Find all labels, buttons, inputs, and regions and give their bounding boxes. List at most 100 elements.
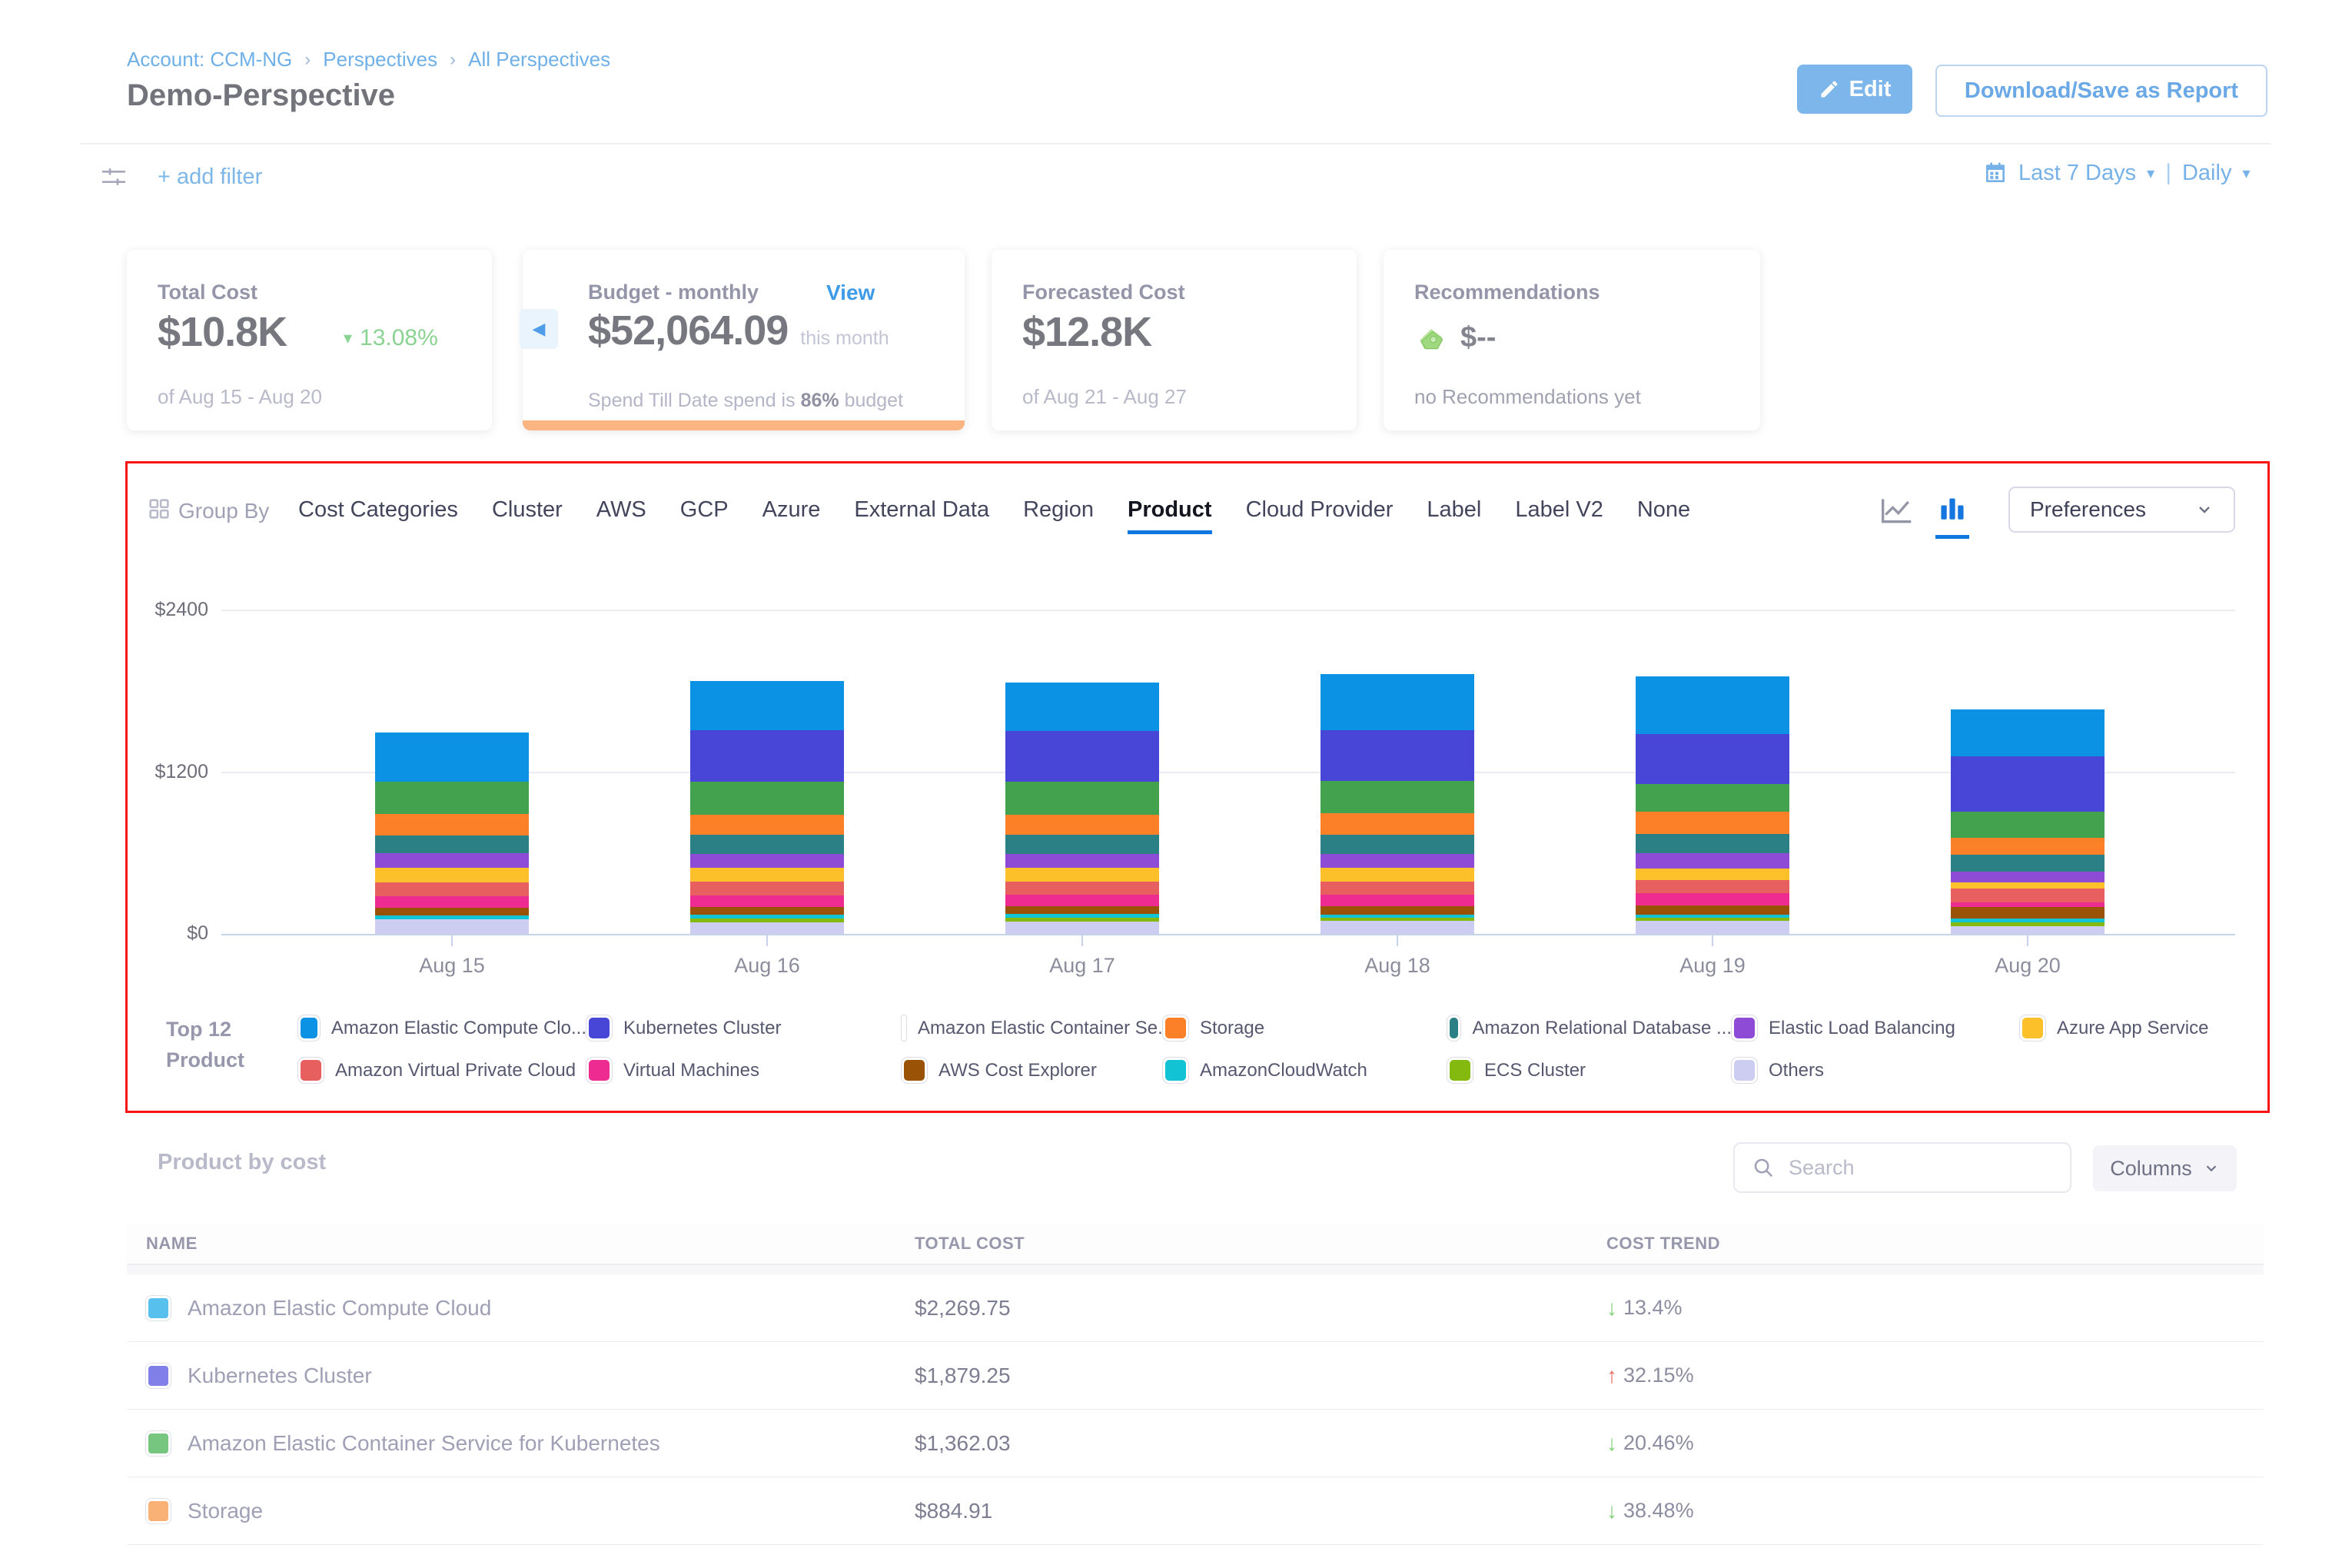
filter-settings-icon[interactable] [98,161,129,196]
bar-segment[interactable] [1636,921,1789,934]
bar-segment[interactable] [1005,782,1159,815]
budget-view-link[interactable]: View [826,281,875,305]
chevron-down-icon[interactable]: ▾ [2242,164,2250,183]
bar-segment[interactable] [1321,781,1474,813]
bar-segment[interactable] [1005,815,1159,835]
bar-segment[interactable] [1005,922,1159,934]
chevron-down-icon[interactable]: ▾ [2147,164,2154,183]
bar-segment[interactable] [1005,906,1159,914]
tab-aws[interactable]: AWS [596,497,646,530]
line-chart-toggle[interactable] [1880,496,1914,535]
stacked-bar-aug-17[interactable] [1005,683,1159,934]
bar-segment[interactable] [1321,813,1474,835]
tab-cost-categories[interactable]: Cost Categories [298,497,458,530]
legend-item[interactable]: Others [1732,1058,2020,1083]
bar-segment[interactable] [690,782,844,815]
bar-segment[interactable] [1636,905,1789,915]
bar-segment[interactable] [1005,868,1159,882]
stacked-bar-aug-20[interactable] [1951,709,2105,934]
tab-gcp[interactable]: GCP [680,497,729,530]
bar-segment[interactable] [1636,893,1789,905]
download-save-report-button[interactable]: Download/Save as Report [1935,65,2267,117]
bar-segment[interactable] [1636,734,1789,783]
table-row[interactable]: Storage$884.91↓38.48% [127,1477,2264,1545]
stacked-bar-aug-19[interactable] [1636,676,1789,934]
stacked-bar-aug-16[interactable] [690,681,844,934]
bar-segment[interactable] [375,868,529,882]
edit-button[interactable]: Edit [1797,65,1912,114]
bar-segment[interactable] [1321,906,1474,915]
table-row[interactable]: Kubernetes Cluster$1,879.25↑32.15% [127,1342,2264,1410]
legend-item[interactable]: Azure App Service [2020,1015,2274,1041]
tab-external-data[interactable]: External Data [854,497,989,530]
bar-segment[interactable] [375,919,529,934]
bar-segment[interactable] [1951,882,2105,889]
legend-item[interactable]: Amazon Elastic Compute Clo... [298,1015,586,1041]
bar-chart-toggle[interactable] [1935,494,1969,539]
budget-prev-arrow-button[interactable]: ◀ [520,309,558,349]
bar-segment[interactable] [690,907,844,915]
tab-none[interactable]: None [1637,497,1690,530]
bar-segment[interactable] [1005,882,1159,895]
bar-segment[interactable] [1321,868,1474,882]
tab-azure[interactable]: Azure [762,497,821,530]
legend-item[interactable]: Storage [1163,1015,1447,1041]
legend-item[interactable]: AWS Cost Explorer [902,1058,1163,1083]
bar-segment[interactable] [1951,838,2105,855]
bar-segment[interactable] [1951,812,2105,838]
table-row[interactable]: Amazon Elastic Compute Cloud$2,269.75↓13… [127,1274,2264,1342]
bar-segment[interactable] [1005,683,1159,731]
bar-segment[interactable] [375,782,529,814]
bar-segment[interactable] [1321,730,1474,780]
time-range-dropdown[interactable]: Last 7 Days [2018,161,2136,186]
bar-segment[interactable] [1321,854,1474,868]
bar-segment[interactable] [1636,880,1789,893]
bar-segment[interactable] [375,733,529,782]
bar-segment[interactable] [690,882,844,895]
tab-label-v2[interactable]: Label V2 [1515,497,1603,530]
legend-item[interactable]: Virtual Machines [586,1058,902,1083]
columns-button[interactable]: Columns [2093,1145,2237,1191]
bar-segment[interactable] [1636,853,1789,869]
tab-cloud-provider[interactable]: Cloud Provider [1246,497,1394,530]
bar-segment[interactable] [1321,835,1474,854]
bar-segment[interactable] [1951,907,2105,919]
bar-segment[interactable] [1636,676,1789,735]
bar-segment[interactable] [1636,812,1789,834]
bar-segment[interactable] [690,815,844,835]
bar-segment[interactable] [1951,926,2105,934]
bar-segment[interactable] [1951,855,2105,871]
granularity-dropdown[interactable]: Daily [2182,161,2231,186]
breadcrumb-perspectives[interactable]: Perspectives [323,48,437,71]
bar-segment[interactable] [690,730,844,781]
tab-cluster[interactable]: Cluster [492,497,563,530]
legend-item[interactable]: Kubernetes Cluster [586,1015,902,1041]
bar-segment[interactable] [1005,854,1159,868]
bar-segment[interactable] [1321,882,1474,894]
breadcrumb-all-perspectives[interactable]: All Perspectives [468,48,610,71]
legend-item[interactable]: Amazon Virtual Private Cloud [298,1058,586,1083]
bar-segment[interactable] [1951,889,2105,902]
bar-segment[interactable] [1636,784,1789,812]
bar-segment[interactable] [690,681,844,730]
bar-segment[interactable] [1321,674,1474,730]
breadcrumb-account[interactable]: Account: CCM-NG [127,48,292,71]
bar-segment[interactable] [1005,895,1159,906]
bar-segment[interactable] [690,868,844,882]
legend-item[interactable]: ECS Cluster [1447,1058,1732,1083]
bar-segment[interactable] [1636,834,1789,853]
bar-segment[interactable] [690,835,844,854]
bar-segment[interactable] [1951,709,2105,756]
bar-segment[interactable] [375,814,529,835]
table-row[interactable]: Amazon Elastic Container Service for Kub… [127,1410,2264,1477]
tab-product[interactable]: Product [1128,497,1212,534]
bar-segment[interactable] [375,882,529,895]
bar-segment[interactable] [1636,869,1789,880]
bar-segment[interactable] [690,922,844,934]
bar-segment[interactable] [1321,895,1474,906]
bar-segment[interactable] [1321,921,1474,934]
stacked-bar-aug-18[interactable] [1321,674,1474,934]
bar-segment[interactable] [375,896,529,908]
bar-segment[interactable] [1005,731,1159,782]
bar-segment[interactable] [375,835,529,853]
